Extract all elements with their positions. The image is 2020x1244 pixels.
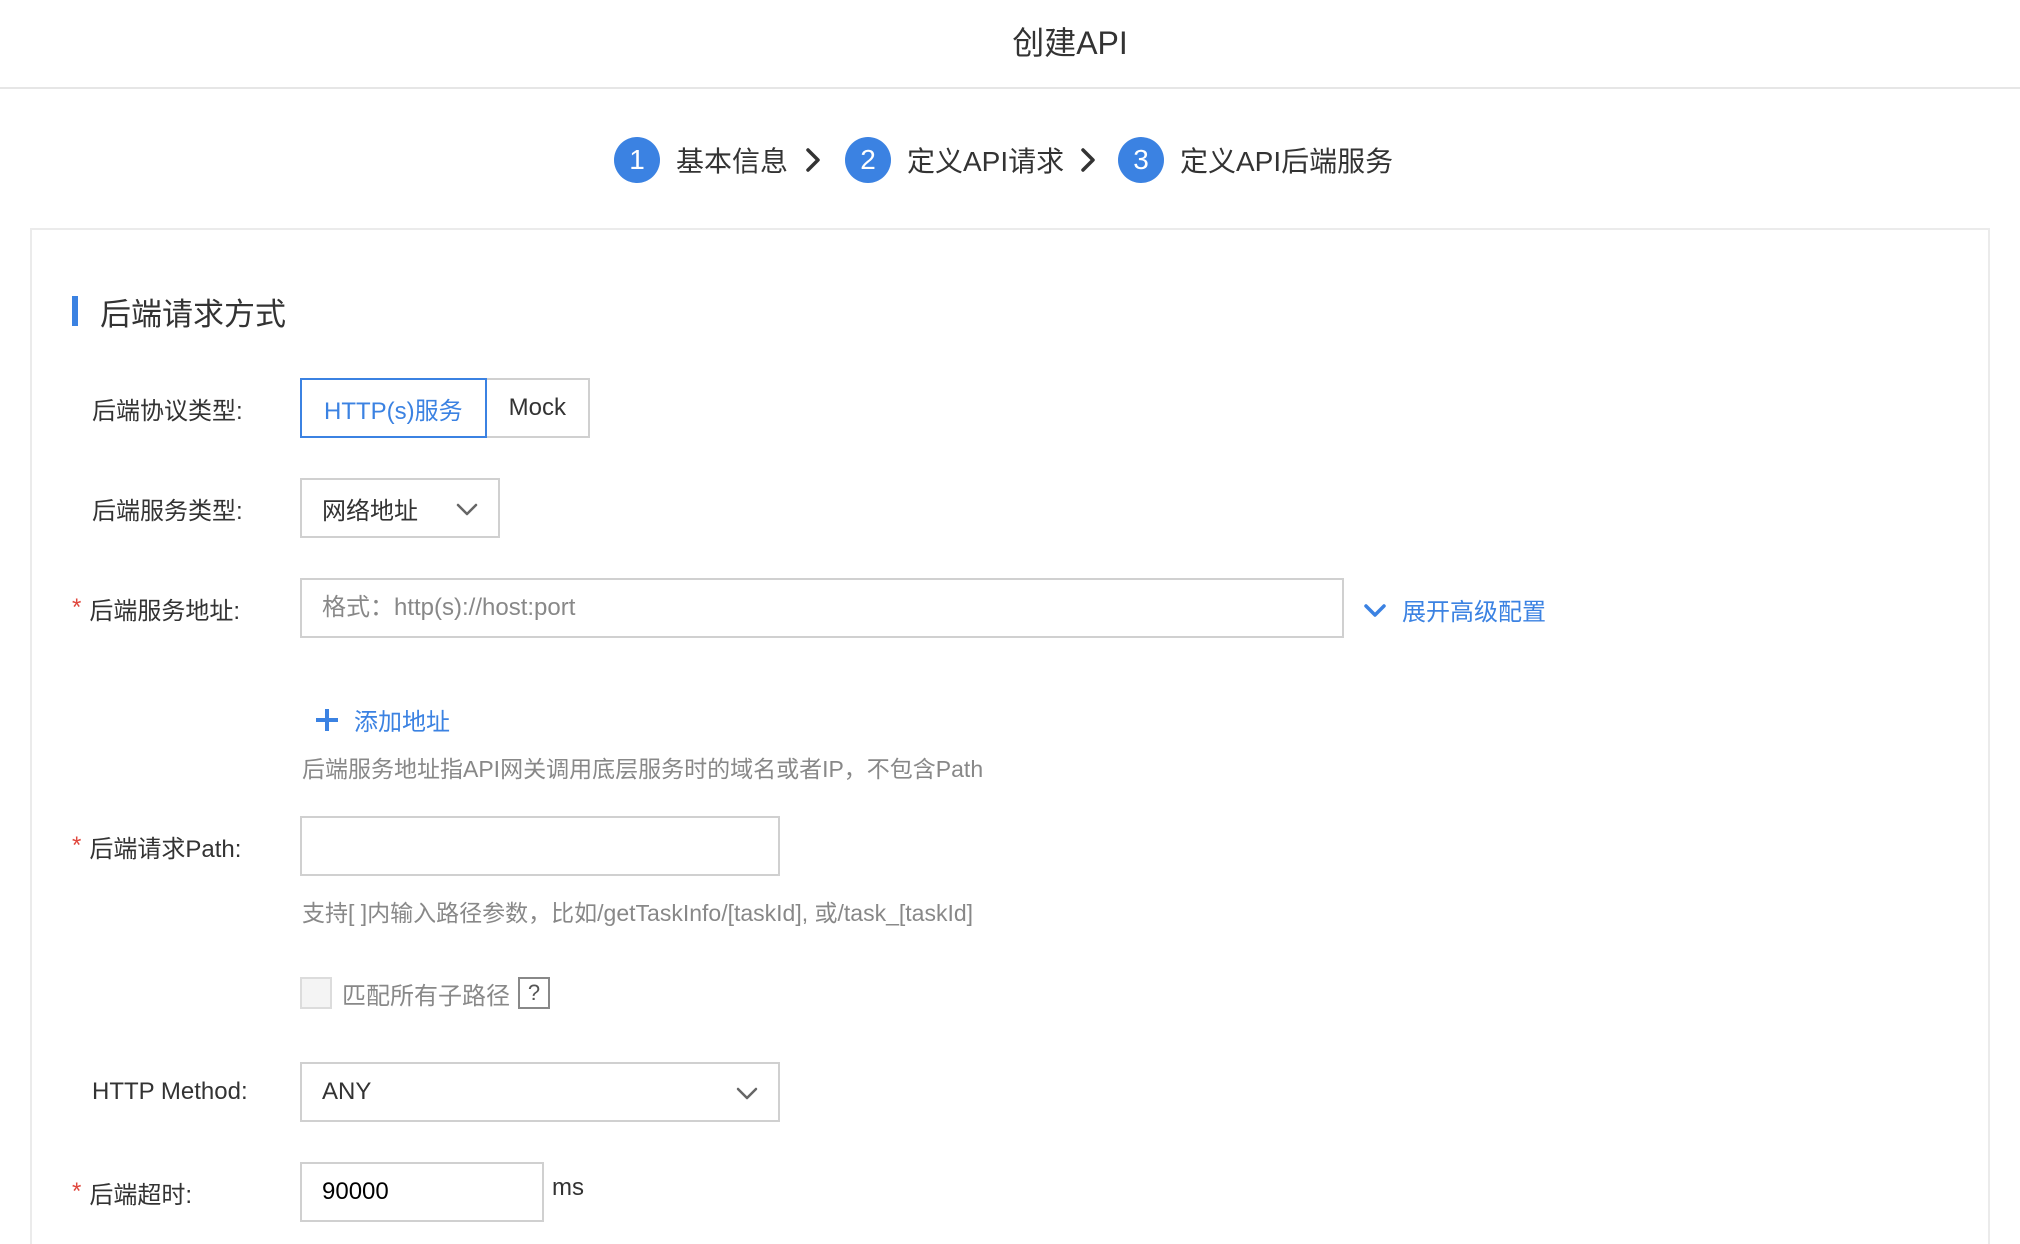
step-number: 3 — [1118, 137, 1164, 183]
backend-path-input[interactable] — [300, 816, 780, 876]
service-address-hint: 后端服务地址指API网关调用底层服务时的域名或者IP，不包含Path — [302, 756, 984, 782]
section-accent-bar — [72, 296, 78, 326]
chevron-down-icon — [1364, 603, 1386, 617]
protocol-option-mock[interactable]: Mock — [486, 378, 590, 438]
chevron-down-icon — [456, 503, 478, 516]
wizard-steps: 1 基本信息 2 定义API请求 3 定义API后端服务 — [0, 136, 2020, 186]
http-method-value: ANY — [322, 1078, 372, 1105]
http-method-label: HTTP Method: — [92, 1072, 248, 1112]
step-label: 定义API请求 — [907, 146, 1065, 177]
chevron-right-icon — [806, 148, 820, 172]
add-address-text: 添加地址 — [354, 709, 450, 736]
protocol-option-http[interactable]: HTTP(s)服务 — [300, 378, 487, 438]
protocol-segmented-control: HTTP(s)服务 Mock — [300, 378, 590, 438]
page-title: 创建API — [1012, 25, 1128, 61]
step-define-backend[interactable]: 3 定义API后端服务 — [1118, 136, 1393, 184]
match-all-subpaths-label: 匹配所有子路径 — [342, 982, 510, 1010]
service-type-select[interactable]: 网络地址 — [300, 478, 500, 538]
timeout-unit: ms — [552, 1174, 584, 1201]
add-address-link[interactable]: 添加地址 — [314, 702, 450, 737]
advanced-config-text: 展开高级配置 — [1402, 599, 1546, 626]
protocol-label-text: 后端协议类型: — [92, 397, 243, 425]
protocol-label: 后端协议类型: — [92, 388, 243, 428]
step-label: 定义API后端服务 — [1180, 146, 1394, 177]
timeout-label: * 后端超时: — [72, 1172, 192, 1212]
required-mark: * — [72, 594, 82, 621]
backend-path-label: * 后端请求Path: — [72, 826, 241, 866]
required-mark: * — [72, 1178, 82, 1205]
step-basic-info[interactable]: 1 基本信息 — [614, 136, 788, 184]
service-address-input[interactable] — [300, 578, 1344, 638]
step-define-request[interactable]: 2 定义API请求 — [845, 136, 1064, 184]
service-type-label: 后端服务类型: — [92, 488, 243, 528]
backend-path-label-text: 后端请求Path: — [89, 835, 242, 863]
page-header: 创建API — [0, 0, 2020, 89]
help-icon[interactable]: ? — [518, 977, 550, 1009]
match-all-subpaths-row: 匹配所有子路径 ? — [300, 976, 550, 1010]
step-number: 2 — [845, 137, 891, 183]
service-type-label-text: 后端服务类型: — [92, 497, 243, 525]
timeout-input[interactable] — [300, 1162, 544, 1222]
step-label: 基本信息 — [676, 146, 789, 177]
backend-path-hint: 支持[ ]内输入路径参数，比如/getTaskInfo/[taskId], 或/… — [302, 900, 974, 926]
step-number: 1 — [614, 137, 660, 183]
plus-icon — [316, 708, 338, 731]
match-all-subpaths-checkbox[interactable] — [300, 977, 332, 1009]
required-mark: * — [72, 832, 82, 859]
section-title-text: 后端请求方式 — [100, 296, 286, 332]
advanced-config-link[interactable]: 展开高级配置 — [1362, 592, 1546, 627]
section-title: 后端请求方式 — [72, 294, 286, 332]
timeout-label-text: 后端超时: — [89, 1181, 193, 1209]
http-method-label-text: HTTP Method: — [92, 1078, 248, 1105]
chevron-right-icon — [1081, 148, 1095, 172]
chevron-down-icon — [736, 1087, 758, 1100]
service-type-value: 网络地址 — [322, 497, 418, 525]
service-address-label-text: 后端服务地址: — [89, 597, 241, 625]
http-method-select[interactable]: ANY — [300, 1062, 780, 1122]
service-address-label: * 后端服务地址: — [72, 588, 240, 628]
